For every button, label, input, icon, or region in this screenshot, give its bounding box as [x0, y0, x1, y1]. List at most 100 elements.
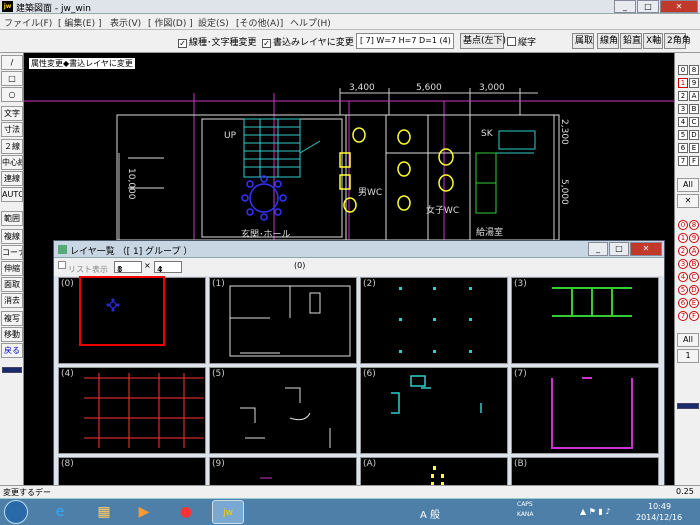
menu-edit[interactable]: [ 編集(E) ]	[58, 16, 101, 29]
layer-a[interactable]: A	[689, 91, 699, 101]
dialog-minimize-button[interactable]: _	[588, 242, 608, 256]
list-display-checkbox[interactable]: リスト表示	[58, 261, 108, 274]
layer-0[interactable]: 0	[678, 65, 688, 75]
layer-3[interactable]: 3	[678, 104, 688, 114]
group-one-button[interactable]: 1	[677, 349, 699, 363]
vertical-angle-button[interactable]: 鉛直	[620, 33, 642, 49]
tool-center-line[interactable]: 中心線	[1, 155, 23, 170]
media-player-icon[interactable]: ▶	[128, 500, 160, 524]
tool-text[interactable]: 文字	[1, 106, 23, 121]
layer-6[interactable]: 6	[678, 143, 688, 153]
internet-explorer-icon[interactable]: e	[44, 500, 76, 524]
tool-chamfer[interactable]: 面取	[1, 277, 23, 292]
group-c[interactable]: C	[689, 272, 699, 282]
group-8[interactable]: 8	[689, 220, 699, 230]
group-b[interactable]: B	[689, 259, 699, 269]
dim-top-3: 3,000	[479, 83, 505, 93]
tool-range[interactable]: 範囲	[1, 211, 23, 226]
tool-erase[interactable]: 消去	[1, 293, 23, 308]
layer-e[interactable]: E	[689, 143, 699, 153]
layer-x-button[interactable]: ✕	[677, 194, 699, 208]
group-4[interactable]: 4	[678, 272, 688, 282]
layer-5[interactable]: 5	[678, 130, 688, 140]
tool-line[interactable]: /	[1, 55, 23, 70]
tool-parallel[interactable]: 複線	[1, 229, 23, 244]
tool-connect[interactable]: 連線	[1, 171, 23, 186]
dialog-close-button[interactable]: ✕	[630, 242, 662, 256]
tool-circle[interactable]: ○	[1, 87, 23, 102]
double-angle-button[interactable]: 2角角	[664, 33, 691, 49]
layer-panel-4[interactable]: (4)	[58, 367, 206, 454]
layer-panel-1[interactable]: (1)	[209, 277, 357, 364]
tool-rectangle[interactable]: □	[1, 71, 23, 86]
tool-dimension[interactable]: 寸法	[1, 122, 23, 137]
layer-panel-3[interactable]: (3)	[511, 277, 659, 364]
close-button[interactable]: ✕	[660, 0, 698, 13]
start-button-icon[interactable]	[4, 500, 28, 524]
layer-b[interactable]: B	[689, 104, 699, 114]
dialog-maximize-button[interactable]: □	[609, 242, 629, 256]
line-type-checkbox[interactable]: ✓ 線種･文字種変更	[178, 35, 257, 48]
group-d[interactable]: D	[689, 285, 699, 295]
layer-panel-6[interactable]: (6)	[360, 367, 508, 454]
file-explorer-icon[interactable]: ▦	[88, 500, 120, 524]
tool-move[interactable]: 移動	[1, 327, 23, 342]
tool-corner[interactable]: コーナー	[1, 245, 23, 260]
clock-time[interactable]: 10:49	[648, 502, 671, 511]
tool-extend[interactable]: 伸縮	[1, 261, 23, 276]
layer-panel-2[interactable]: (2)	[360, 277, 508, 364]
layer-8[interactable]: 8	[689, 65, 699, 75]
line-angle-button[interactable]: 線角	[597, 33, 619, 49]
group-f[interactable]: F	[689, 311, 699, 321]
minimize-button[interactable]: _	[614, 0, 636, 13]
rows-spinner[interactable]: 4 ⇕	[154, 261, 182, 274]
group-3[interactable]: 3	[678, 259, 688, 269]
tool-undo[interactable]: 戻る	[1, 343, 23, 358]
layer-panel-5[interactable]: (5)	[209, 367, 357, 454]
jw-cad-taskbar-icon[interactable]: jw	[212, 500, 244, 524]
layer-info-field[interactable]: [ 7] W=7 H=7 D=1 (4)	[356, 33, 454, 49]
layer-9[interactable]: 9	[689, 78, 699, 88]
x-axis-button[interactable]: X軸	[643, 33, 663, 49]
group-1[interactable]: 1	[678, 233, 688, 243]
group-all-button[interactable]: All	[677, 333, 699, 347]
layer-4[interactable]: 4	[678, 117, 688, 127]
columns-spinner[interactable]: 8 ⇕	[114, 261, 142, 274]
group-7[interactable]: 7	[678, 311, 688, 321]
tool-double-line[interactable]: ２線	[1, 139, 23, 154]
group-e[interactable]: E	[689, 298, 699, 308]
attr-take-button[interactable]: 属取	[572, 33, 594, 49]
tool-auto[interactable]: AUTO	[1, 187, 23, 202]
layer-7[interactable]: 7	[678, 156, 688, 166]
menu-settings[interactable]: 設定(S)	[198, 16, 229, 29]
base-point-button[interactable]: 基点(左下)	[460, 33, 506, 49]
menu-draw[interactable]: [ 作図(D) ]	[148, 16, 193, 29]
layer-d[interactable]: D	[689, 130, 699, 140]
ime-mode[interactable]: A 般	[420, 506, 440, 521]
current-layer-label: (0)	[294, 261, 306, 270]
group-a[interactable]: A	[689, 246, 699, 256]
menu-other[interactable]: [その他(A)]	[236, 16, 283, 29]
layer-c[interactable]: C	[689, 117, 699, 127]
vertical-checkbox[interactable]: 縦字	[507, 35, 536, 48]
layer-all-button[interactable]: All	[677, 178, 699, 192]
clock-date[interactable]: 2014/12/16	[636, 513, 682, 522]
menu-view[interactable]: 表示(V)	[110, 16, 141, 29]
layer-2[interactable]: 2	[678, 91, 688, 101]
layer-panel-7[interactable]: (7)	[511, 367, 659, 454]
layer-1[interactable]: 1	[678, 78, 688, 88]
chrome-icon[interactable]: ●	[170, 500, 202, 524]
write-layer-checkbox[interactable]: ✓ 書込みレイヤに変更	[262, 35, 354, 48]
menu-help[interactable]: ヘルプ(H)	[290, 16, 331, 29]
group-6[interactable]: 6	[678, 298, 688, 308]
group-0[interactable]: 0	[678, 220, 688, 230]
group-5[interactable]: 5	[678, 285, 688, 295]
group-9[interactable]: 9	[689, 233, 699, 243]
maximize-button[interactable]: □	[637, 0, 659, 13]
layer-2-preview	[399, 287, 472, 353]
menu-file[interactable]: ファイル(F)	[4, 16, 52, 29]
layer-f[interactable]: F	[689, 156, 699, 166]
group-2[interactable]: 2	[678, 246, 688, 256]
tool-copy[interactable]: 複写	[1, 311, 23, 326]
dim-right-2: 5,000	[559, 179, 569, 205]
